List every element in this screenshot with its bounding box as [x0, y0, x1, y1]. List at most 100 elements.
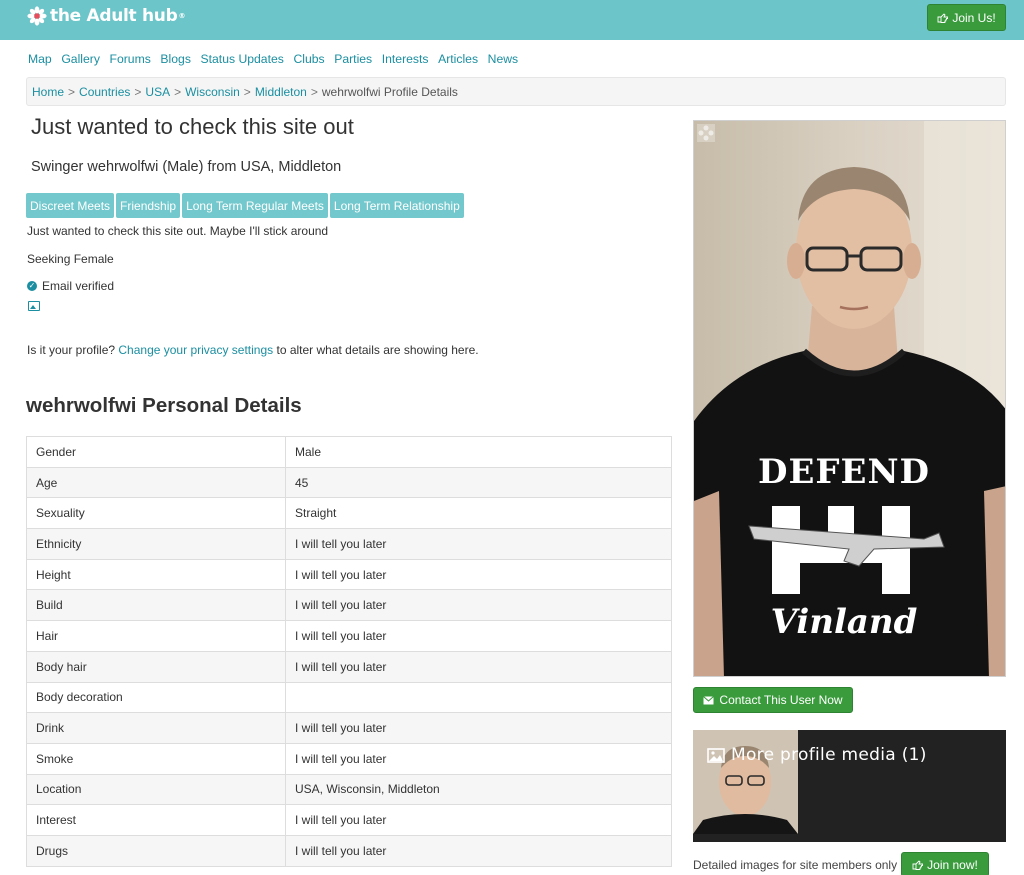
shirt-print-top: DEFEND [758, 452, 930, 492]
join-now-label: Join now! [927, 857, 978, 872]
email-verified-label: Email verified [42, 279, 115, 293]
breadcrumb-separator: > [243, 84, 251, 99]
breadcrumb-home[interactable]: Home [32, 85, 64, 99]
personal-details-title: wehrwolfwi Personal Details [26, 394, 302, 417]
profile-subtitle: Swinger wehrwolfwi (Male) from USA, Midd… [31, 159, 342, 175]
top-bar: the Adult hub ® Join Us! [0, 0, 1024, 40]
privacy-note: Is it your profile? Change your privacy … [27, 343, 479, 357]
detail-label: Drugs [26, 834, 286, 867]
detail-value: USA, Wisconsin, Middleton [285, 773, 672, 806]
breadcrumb-middleton[interactable]: Middleton [255, 85, 307, 99]
detail-label: Build [26, 589, 286, 622]
table-row: Body decoration [26, 681, 672, 714]
detail-label: Sexuality [26, 497, 286, 530]
check-circle-icon: ✓ [27, 281, 37, 291]
tag-long-term-regular-meets[interactable]: Long Term Regular Meets [182, 193, 328, 218]
envelope-icon [703, 695, 715, 704]
detail-value: Male [285, 436, 672, 468]
detail-value: I will tell you later [285, 804, 672, 836]
table-row: Drugs I will tell you later [26, 834, 672, 867]
flower-logo-icon [27, 6, 47, 26]
table-row: Body hair I will tell you later [26, 650, 672, 683]
nav-link-map[interactable]: Map [28, 52, 52, 66]
breadcrumb: Home > Countries > USA > Wisconsin > Mid… [26, 77, 1006, 106]
nav-link-clubs[interactable]: Clubs [293, 52, 324, 66]
detail-value: I will tell you later [285, 834, 672, 867]
table-row: Build I will tell you later [26, 589, 672, 622]
profile-headline: Just wanted to check this site out [31, 114, 354, 139]
flower-watermark-icon [697, 124, 715, 142]
detail-label: Interest [26, 804, 286, 836]
detail-value [285, 681, 672, 714]
more-profile-media-title: More profile media (1) [707, 745, 927, 765]
detail-label: Gender [26, 436, 286, 468]
hand-pointer-icon [912, 859, 924, 870]
join-us-label: Join Us! [952, 10, 996, 25]
breadcrumb-current: wehrwolfwi Profile Details [321, 84, 458, 99]
picture-icon [707, 747, 725, 763]
detail-value: I will tell you later [285, 620, 672, 652]
shirt-print-bottom: Vinland [771, 602, 918, 642]
table-row: Smoke I will tell you later [26, 742, 672, 775]
detail-label: Smoke [26, 742, 286, 775]
detail-label: Drink [26, 712, 286, 744]
members-only-note: Detailed images for site members only [693, 858, 898, 872]
detail-label: Height [26, 558, 286, 591]
detail-label: Age [26, 466, 286, 499]
profile-photo[interactable]: STAR DEFEND Vinland [693, 120, 1006, 677]
table-row: Hair I will tell you later [26, 620, 672, 652]
profile-photo-illustration: STAR DEFEND Vinland [694, 121, 1005, 676]
detail-value: I will tell you later [285, 528, 672, 560]
nav-link-status-updates[interactable]: Status Updates [201, 52, 284, 66]
detail-value: I will tell you later [285, 558, 672, 591]
more-profile-media-label: More profile media (1) [731, 745, 927, 765]
detail-value: Straight [285, 497, 672, 530]
detail-value: I will tell you later [285, 650, 672, 683]
site-logo[interactable]: the Adult hub ® [27, 5, 185, 27]
detail-label: Location [26, 773, 286, 806]
detail-label: Hair [26, 620, 286, 652]
breadcrumb-usa[interactable]: USA [145, 85, 170, 99]
image-icon[interactable] [28, 301, 40, 311]
nav-link-interests[interactable]: Interests [382, 52, 429, 66]
breadcrumb-separator: > [310, 84, 318, 99]
profile-seeking: Seeking Female [27, 252, 114, 266]
nav-link-news[interactable]: News [488, 52, 518, 66]
hand-pointer-icon [937, 12, 949, 23]
detail-label: Body decoration [26, 681, 286, 714]
nav-link-forums[interactable]: Forums [110, 52, 151, 66]
breadcrumb-wisconsin[interactable]: Wisconsin [185, 85, 240, 99]
breadcrumb-separator: > [174, 84, 182, 99]
nav-link-blogs[interactable]: Blogs [160, 52, 191, 66]
tag-friendship[interactable]: Friendship [116, 193, 181, 218]
email-verified: ✓ Email verified [27, 279, 114, 293]
table-row: Gender Male [26, 436, 672, 468]
logo-text: the Adult hub [50, 6, 178, 26]
nav-link-articles[interactable]: Articles [438, 52, 478, 66]
table-row: Age 45 [26, 466, 672, 499]
detail-value: I will tell you later [285, 742, 672, 775]
join-now-button[interactable]: Join now! [901, 852, 989, 875]
privacy-prefix: Is it your profile? [27, 343, 116, 357]
table-row: Ethnicity I will tell you later [26, 528, 672, 560]
tag-discreet-meets[interactable]: Discreet Meets [26, 193, 115, 218]
profile-tags: Discreet Meets Friendship Long Term Regu… [26, 193, 464, 218]
table-row: Location USA, Wisconsin, Middleton [26, 773, 672, 806]
contact-user-button[interactable]: Contact This User Now [693, 687, 853, 713]
table-row: Height I will tell you later [26, 558, 672, 591]
table-row: Interest I will tell you later [26, 804, 672, 836]
contact-user-label: Contact This User Now [719, 693, 843, 707]
nav-link-gallery[interactable]: Gallery [61, 52, 100, 66]
breadcrumb-countries[interactable]: Countries [79, 85, 130, 99]
breadcrumb-separator: > [134, 84, 142, 99]
nav-link-parties[interactable]: Parties [334, 52, 372, 66]
more-profile-media[interactable]: More profile media (1) [693, 730, 1006, 842]
tag-long-term-relationship[interactable]: Long Term Relationship [329, 193, 464, 218]
detail-value: I will tell you later [285, 589, 672, 622]
privacy-settings-link[interactable]: Change your privacy settings [118, 343, 273, 357]
logo-registered-mark: ® [178, 12, 186, 20]
detail-value: 45 [285, 466, 672, 499]
main-nav: Map Gallery Forums Blogs Status Updates … [28, 52, 528, 66]
privacy-suffix: to alter what details are showing here. [276, 343, 479, 357]
join-us-button[interactable]: Join Us! [927, 4, 1006, 31]
